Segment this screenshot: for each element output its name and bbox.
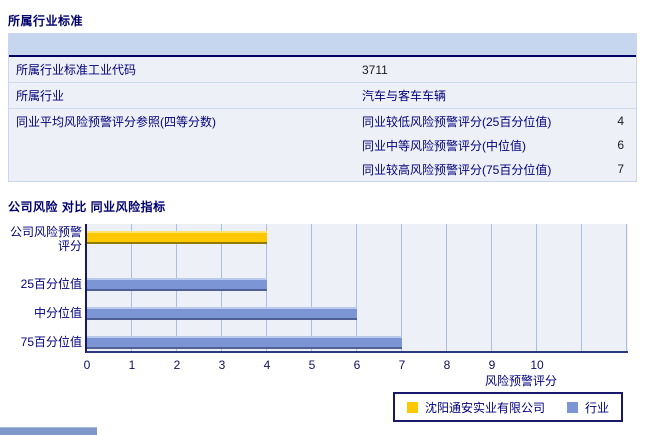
bar-中分位值 [87,307,357,320]
report-page: 所属行业标准 所属行业标准工业代码 3711 所属行业 汽车与客车车辆 同业平均… [0,0,663,435]
legend-label-industry: 行业 [585,400,610,415]
industry-name-label: 所属行业 [16,89,65,103]
chart-legend: 沈阳通安实业有限公司 行业 [393,392,624,422]
x-tick: 0 [83,358,91,372]
peer-high-label: 同业较高风险预警评分(75百分位值) [362,162,552,177]
industry-code-label: 所属行业标准工业代码 [16,63,137,77]
table-header-band [9,33,636,57]
legend-swatch-industry-icon [567,401,579,413]
x-tick: 9 [488,358,496,372]
x-tick: 1 [128,358,136,372]
x-tick: 8 [443,358,451,372]
x-tick: 2 [173,358,181,372]
gridline [311,224,312,351]
peer-average-label: 同业平均风险预警评分参照(四等分数) [16,115,216,129]
table-row: 同业平均风险预警评分参照(四等分数) 同业较低风险预警评分(25百分位值) 4 … [9,109,636,181]
gridline [446,224,447,351]
gridline [401,224,402,351]
bar-公司风险预警评分 [87,231,267,244]
gridline [491,224,492,351]
gridline [536,224,537,351]
x-tick: 6 [353,358,361,372]
category-label: 中分位值 [33,306,82,320]
peer-medium-label: 同业中等风险预警评分(中位值) [362,138,526,153]
chart-x-axis-label: 风险预警评分 [485,374,558,388]
peer-high-row: 同业较高风险预警评分(75百分位值) 7 [362,157,636,181]
bar-25百分位值 [87,278,267,291]
x-tick: 7 [398,358,406,372]
peer-low-label: 同业较低风险预警评分(25百分位值) [362,114,552,129]
legend-swatch-company-icon [407,401,418,413]
gridline [626,224,627,351]
x-tick: 3 [218,358,226,372]
risk-bar-chart-plot [85,224,628,353]
peer-medium-row: 同业中等风险预警评分(中位值) 6 [362,133,636,157]
table-row: 所属行业标准工业代码 3711 [9,57,636,83]
category-label: 75百分位值 [20,335,82,349]
peer-low-value: 4 [617,114,624,128]
legend-label-company: 沈阳通安实业有限公司 [425,400,546,415]
category-label: 公司风险预警评分 [9,225,82,253]
x-tick: 5 [308,358,316,372]
x-tick: 4 [263,358,271,372]
industry-standard-table: 所属行业标准工业代码 3711 所属行业 汽车与客车车辆 同业平均风险预警评分参… [8,33,637,182]
peer-medium-value: 6 [617,138,624,152]
table-row: 所属行业 汽车与客车车辆 [9,83,636,109]
industry-code-value: 3711 [362,62,388,77]
risk-comparison-section-title: 公司风险 对比 同业风险指标 [8,200,166,214]
partial-next-section-band [0,427,97,435]
x-tick: 10 [530,358,544,372]
gridline [356,224,357,351]
peer-high-value: 7 [617,162,624,176]
gridline [581,224,582,351]
peer-low-row: 同业较低风险预警评分(25百分位值) 4 [362,109,636,133]
industry-standard-section-title: 所属行业标准 [8,14,84,28]
bar-75百分位值 [87,336,402,349]
industry-name-value: 汽车与客车车辆 [362,89,447,103]
category-label: 25百分位值 [20,277,82,291]
peer-average-subrows: 同业较低风险预警评分(25百分位值) 4 同业中等风险预警评分(中位值) 6 同… [362,109,636,181]
